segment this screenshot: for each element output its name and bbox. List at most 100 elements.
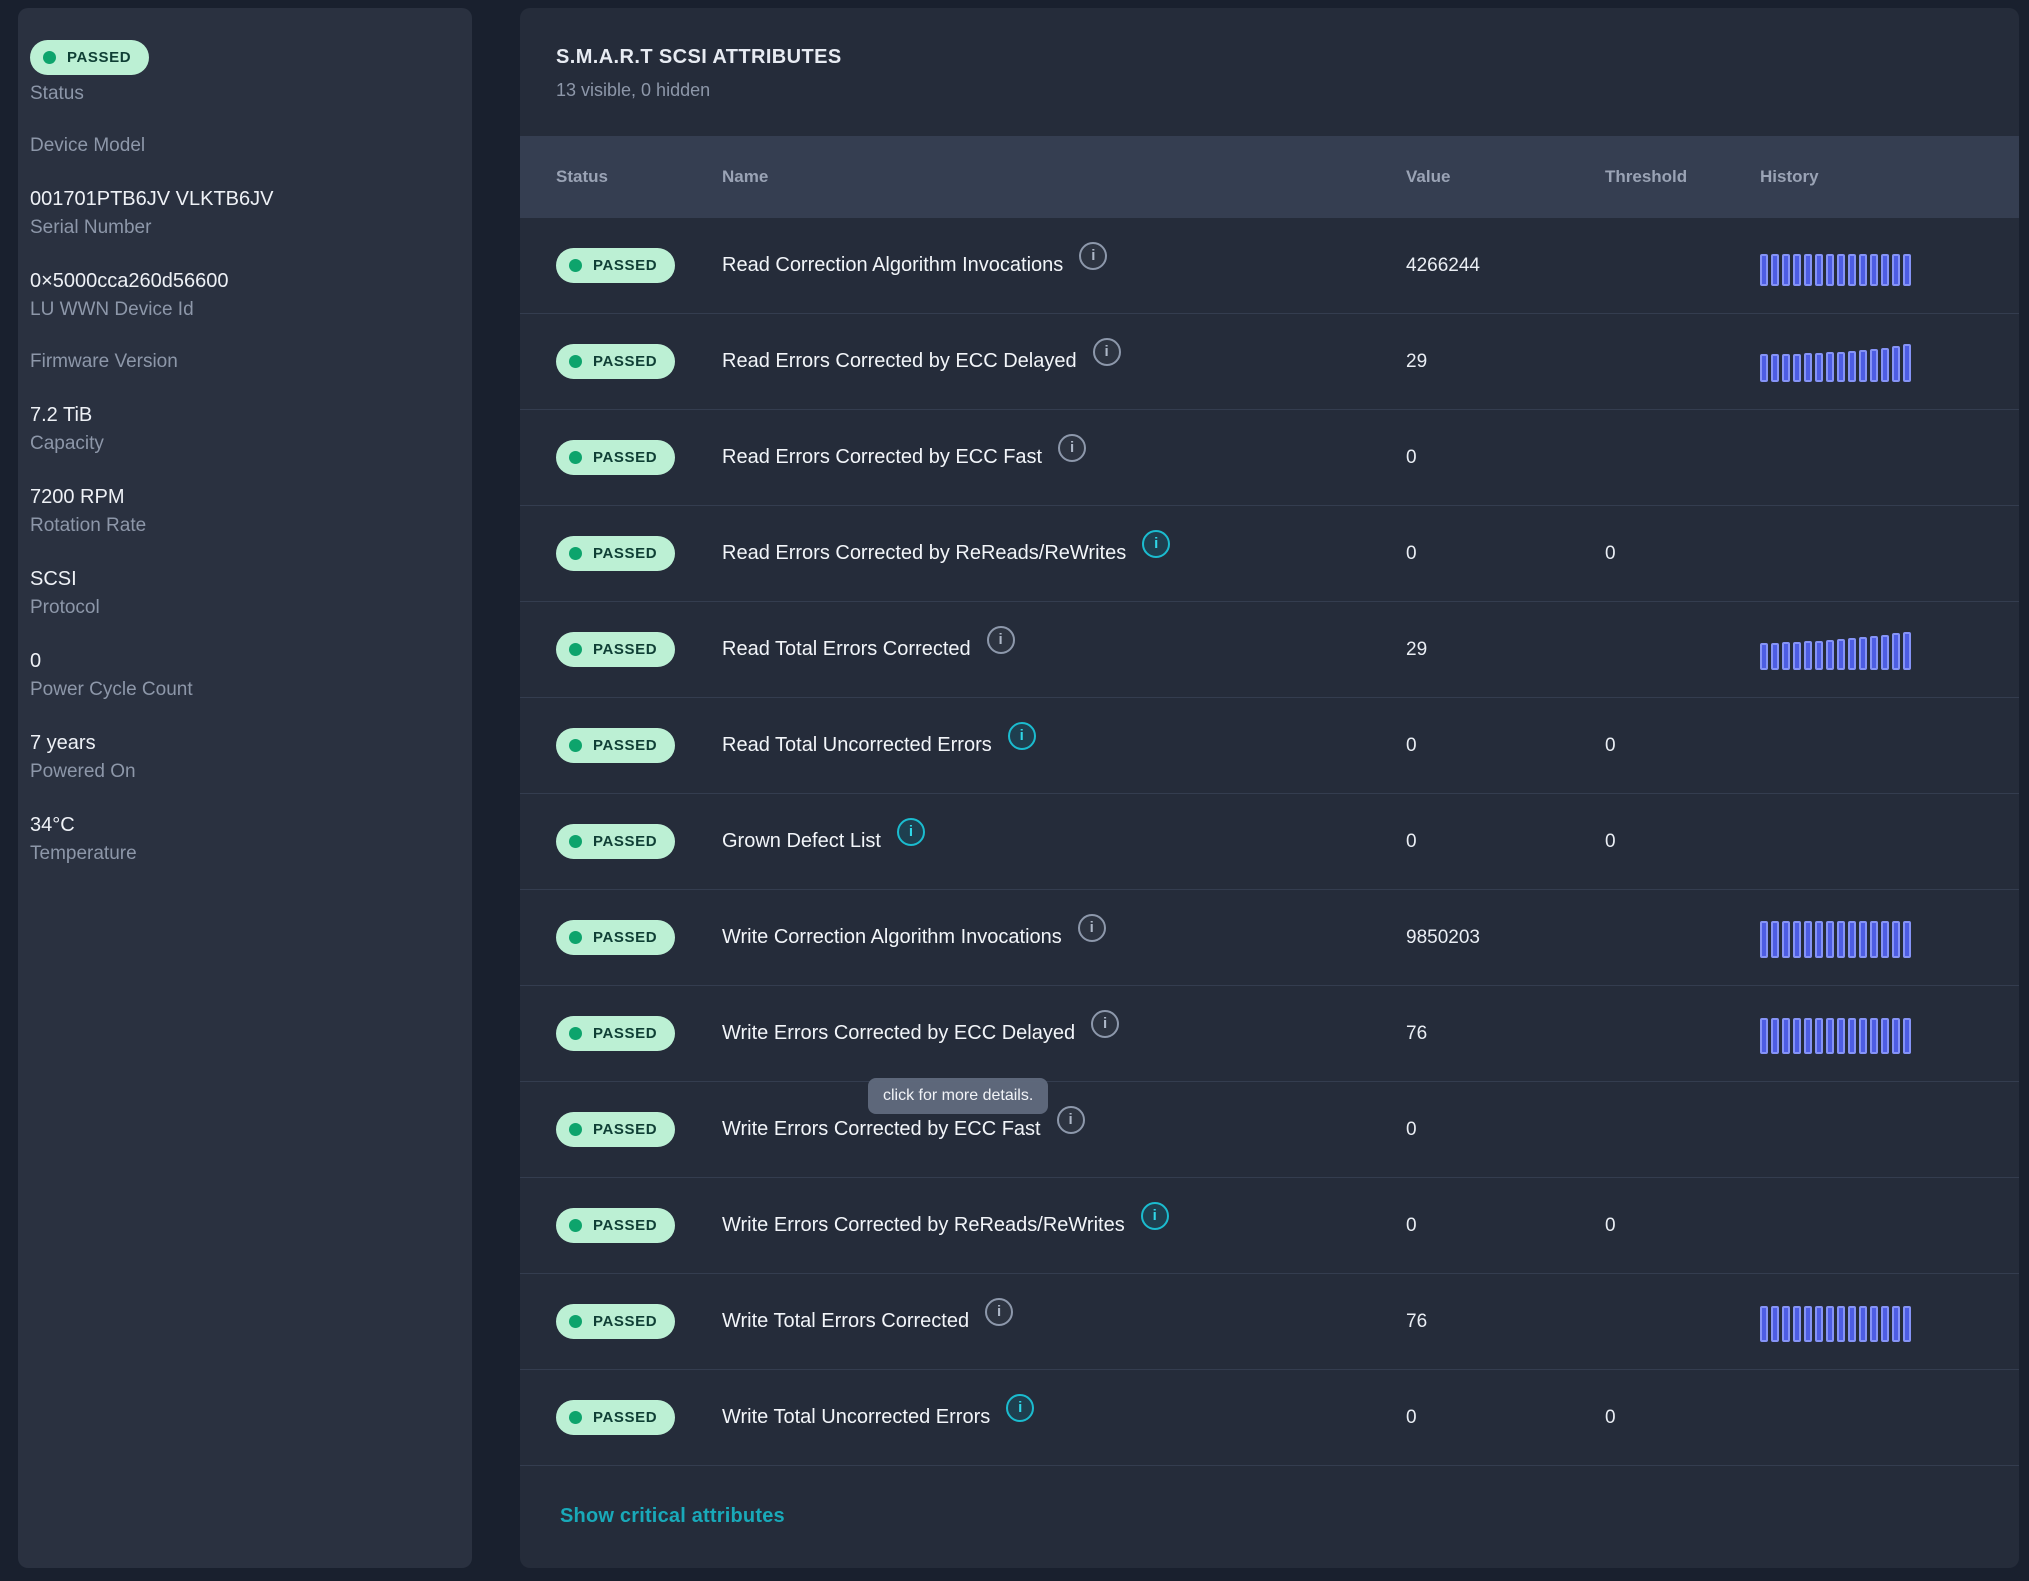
- history-sparkline: [1760, 726, 2019, 766]
- row-status-badge: PASSED: [593, 1217, 657, 1234]
- device-field-label: Protocol: [30, 596, 452, 620]
- info-icon[interactable]: [1058, 434, 1086, 462]
- table-row[interactable]: PASSED Write Errors Corrected by ECC Del…: [520, 986, 2019, 1082]
- device-field-label: LU WWN Device Id: [30, 298, 452, 322]
- table-header-row: Status Name Value Threshold History: [520, 136, 2019, 218]
- capacity-item: 7.2 TiB Capacity: [30, 402, 452, 456]
- attributes-table-body: PASSED Read Correction Algorithm Invocat…: [520, 218, 2019, 1466]
- table-row[interactable]: PASSED Read Errors Corrected by ECC Fast…: [520, 410, 2019, 506]
- attribute-value: 76: [1406, 1023, 1605, 1045]
- status-dot-icon: [569, 739, 582, 752]
- row-status-badge: PASSED: [593, 257, 657, 274]
- status-dot-icon: [569, 1315, 582, 1328]
- device-status-item: PASSED Status: [30, 40, 452, 106]
- history-sparkline: [1760, 342, 2019, 382]
- row-status-badge: PASSED: [593, 545, 657, 562]
- status-dot-icon: [569, 451, 582, 464]
- table-row[interactable]: PASSED Read Total Uncorrected Errors 0 0: [520, 698, 2019, 794]
- attribute-name: Read Errors Corrected by ReReads/ReWrite…: [722, 542, 1126, 565]
- attribute-name: Write Errors Corrected by ECC Fast: [722, 1118, 1041, 1141]
- powered-on-item: 7 years Powered On: [30, 730, 452, 784]
- firmware-item: Firmware Version: [30, 350, 452, 374]
- info-icon[interactable]: [1141, 1202, 1169, 1230]
- status-dot-icon: [569, 1027, 582, 1040]
- row-status-badge: PASSED: [593, 1121, 657, 1138]
- status-dot-icon: [569, 1219, 582, 1232]
- status-badge-label: PASSED: [67, 49, 131, 66]
- device-model-item: Device Model: [30, 134, 452, 158]
- history-sparkline: [1760, 246, 2019, 286]
- info-icon[interactable]: [1091, 1010, 1119, 1038]
- table-row[interactable]: PASSED Write Total Uncorrected Errors 0 …: [520, 1370, 2019, 1466]
- attribute-value: 29: [1406, 639, 1605, 661]
- row-status-badge: PASSED: [593, 1025, 657, 1042]
- attribute-name: Read Total Uncorrected Errors: [722, 734, 992, 757]
- rotation-rate-item: 7200 RPM Rotation Rate: [30, 484, 452, 538]
- status-dot-icon: [43, 51, 56, 64]
- status-dot-icon: [569, 1123, 582, 1136]
- table-row[interactable]: PASSED Grown Defect List 0 0: [520, 794, 2019, 890]
- info-icon[interactable]: [987, 626, 1015, 654]
- device-field-label: Temperature: [30, 842, 452, 866]
- column-header-threshold: Threshold: [1605, 167, 1760, 187]
- attribute-threshold: 0: [1605, 1215, 1760, 1237]
- table-footer: Show critical attributes: [520, 1466, 2019, 1566]
- info-icon[interactable]: [1078, 914, 1106, 942]
- info-icon[interactable]: [1057, 1106, 1085, 1134]
- device-field-value: 0: [30, 648, 452, 674]
- device-field-label: Capacity: [30, 432, 452, 456]
- table-row[interactable]: PASSED Read Correction Algorithm Invocat…: [520, 218, 2019, 314]
- device-field-value: 0×5000cca260d56600: [30, 268, 452, 294]
- device-field-label: Serial Number: [30, 216, 452, 240]
- history-sparkline: [1760, 534, 2019, 574]
- attribute-name: Write Errors Corrected by ReReads/ReWrit…: [722, 1214, 1125, 1237]
- serial-number-item: 001701PTB6JV VLKTB6JV Serial Number: [30, 186, 452, 240]
- table-row[interactable]: PASSED Write Errors Corrected by ECC Fas…: [520, 1082, 2019, 1178]
- table-row[interactable]: PASSED Write Errors Corrected by ReReads…: [520, 1178, 2019, 1274]
- protocol-item: SCSI Protocol: [30, 566, 452, 620]
- attribute-name: Read Total Errors Corrected: [722, 638, 971, 661]
- history-sparkline: [1760, 1302, 2019, 1342]
- device-field-value: 34°C: [30, 812, 452, 838]
- attribute-name: Read Errors Corrected by ECC Delayed: [722, 350, 1077, 373]
- info-icon[interactable]: [1008, 722, 1036, 750]
- row-status-badge: PASSED: [593, 449, 657, 466]
- info-icon[interactable]: [1006, 1394, 1034, 1422]
- info-icon[interactable]: [1079, 242, 1107, 270]
- show-critical-attributes-link[interactable]: Show critical attributes: [560, 1505, 785, 1528]
- power-cycle-item: 0 Power Cycle Count: [30, 648, 452, 702]
- row-status-badge: PASSED: [593, 737, 657, 754]
- table-row[interactable]: PASSED Write Correction Algorithm Invoca…: [520, 890, 2019, 986]
- attribute-name: Read Errors Corrected by ECC Fast: [722, 446, 1042, 469]
- attribute-name: Write Total Uncorrected Errors: [722, 1406, 990, 1429]
- history-sparkline: [1760, 918, 2019, 958]
- attribute-value: 4266244: [1406, 255, 1605, 277]
- column-header-name: Name: [722, 167, 1406, 187]
- attribute-name: Grown Defect List: [722, 830, 881, 853]
- column-header-value: Value: [1406, 167, 1605, 187]
- table-row[interactable]: PASSED Read Errors Corrected by ReReads/…: [520, 506, 2019, 602]
- device-field-value: 7 years: [30, 730, 452, 756]
- device-summary-panel: PASSED Status Device Model 001701PTB6JV …: [18, 8, 472, 1568]
- column-header-history: History: [1760, 167, 2019, 187]
- info-icon[interactable]: [985, 1298, 1013, 1326]
- table-row[interactable]: PASSED Read Errors Corrected by ECC Dela…: [520, 314, 2019, 410]
- tooltip: click for more details.: [868, 1078, 1048, 1114]
- status-dot-icon: [569, 355, 582, 368]
- table-row[interactable]: PASSED Write Total Errors Corrected 76: [520, 1274, 2019, 1370]
- panel-header: S.M.A.R.T SCSI ATTRIBUTES 13 visible, 0 …: [520, 8, 2019, 101]
- device-field-value: 7200 RPM: [30, 484, 452, 510]
- row-status-badge: PASSED: [593, 1409, 657, 1426]
- device-field-label: Powered On: [30, 760, 452, 784]
- info-icon[interactable]: [1142, 530, 1170, 558]
- table-row[interactable]: PASSED Read Total Errors Corrected 29: [520, 602, 2019, 698]
- attribute-name: Write Errors Corrected by ECC Delayed: [722, 1022, 1075, 1045]
- status-dot-icon: [569, 1411, 582, 1424]
- info-icon[interactable]: [1093, 338, 1121, 366]
- row-status-badge: PASSED: [593, 353, 657, 370]
- status-dot-icon: [569, 835, 582, 848]
- attribute-value: 0: [1406, 543, 1605, 565]
- device-field-label: Device Model: [30, 134, 452, 158]
- attribute-value: 0: [1406, 1407, 1605, 1429]
- info-icon[interactable]: [897, 818, 925, 846]
